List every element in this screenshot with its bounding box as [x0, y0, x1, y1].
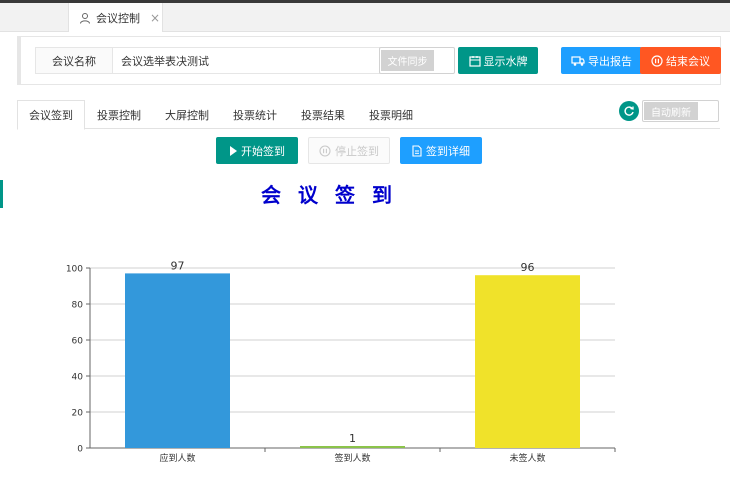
checkin-details-button[interactable]: 签到详细 [400, 137, 482, 164]
x-tick-label: 签到人数 [334, 452, 370, 464]
tab-screen-control[interactable]: 大屏控制 [153, 100, 221, 129]
tab-vote-stats[interactable]: 投票统计 [221, 100, 289, 129]
show-watermark-label: 显示水牌 [483, 54, 528, 68]
y-tick-label: 0 [77, 445, 83, 455]
pause-circle-icon [651, 54, 663, 67]
y-tick-label: 40 [72, 373, 84, 383]
refresh-button[interactable] [619, 101, 639, 121]
auto-refresh-toggle[interactable]: 自动刷新 [642, 100, 719, 122]
data-label: 97 [171, 259, 185, 272]
tab-vote-results[interactable]: 投票结果 [289, 100, 357, 129]
tab-vote-control[interactable]: 投票控制 [85, 100, 153, 129]
x-tick-label: 应到人数 [159, 452, 195, 464]
meeting-name-bar: 会议名称 会议选举表决测试 文件同步 显示水牌 导出报告 结束会议 [17, 36, 721, 85]
left-edge-accent [0, 180, 3, 208]
start-checkin-label: 开始签到 [241, 144, 285, 158]
play-icon [230, 145, 237, 156]
bar [475, 275, 580, 448]
tab-meeting-control[interactable]: 会议控制 × [68, 3, 163, 32]
file-sync-label: 文件同步 [381, 50, 434, 71]
y-tick-label: 80 [72, 301, 84, 311]
user-icon [79, 12, 91, 24]
tab-checkin[interactable]: 会议签到 [17, 100, 85, 130]
file-sync-toggle[interactable]: 文件同步 [379, 47, 455, 74]
show-watermark-button[interactable]: 显示水牌 [458, 47, 538, 74]
close-icon[interactable]: × [150, 11, 160, 25]
top-tab-bar: 会议控制 × [0, 0, 730, 32]
auto-refresh-label: 自动刷新 [644, 102, 698, 120]
stop-checkin-button[interactable]: 停止签到 [308, 137, 390, 164]
data-label: 96 [521, 261, 535, 274]
end-meeting-button[interactable]: 结束会议 [640, 47, 721, 74]
x-tick-label: 未签人数 [509, 452, 545, 464]
bar [125, 273, 230, 448]
meeting-name-label: 会议名称 [35, 47, 113, 74]
pause-circle-icon [319, 144, 331, 157]
y-tick-label: 20 [72, 409, 84, 419]
checkin-details-label: 签到详细 [426, 144, 470, 158]
tab-label: 会议控制 [96, 11, 140, 25]
stop-checkin-label: 停止签到 [335, 144, 379, 158]
export-report-button[interactable]: 导出报告 [561, 47, 642, 74]
y-tick-label: 100 [66, 265, 83, 275]
truck-icon [571, 55, 585, 66]
data-label: 1 [349, 432, 356, 445]
chart-title: 会议签到 [261, 183, 409, 207]
start-checkin-button[interactable]: 开始签到 [216, 137, 298, 164]
refresh-icon [624, 106, 634, 116]
meeting-name-field[interactable]: 会议选举表决测试 [112, 47, 380, 74]
document-icon [412, 144, 422, 157]
end-meeting-label: 结束会议 [666, 54, 710, 68]
bar [300, 446, 405, 448]
meeting-subtabs: 会议签到 投票控制 大屏控制 投票统计 投票结果 投票明细 [17, 100, 720, 130]
tab-vote-details[interactable]: 投票明细 [357, 100, 425, 129]
calendar-icon [468, 55, 481, 67]
export-report-label: 导出报告 [588, 54, 632, 68]
y-tick-label: 60 [72, 337, 84, 347]
checkin-bar-chart: 0 20 40 60 80 100 97 应到人数 1 签到人数 96 未签人数 [66, 259, 616, 464]
